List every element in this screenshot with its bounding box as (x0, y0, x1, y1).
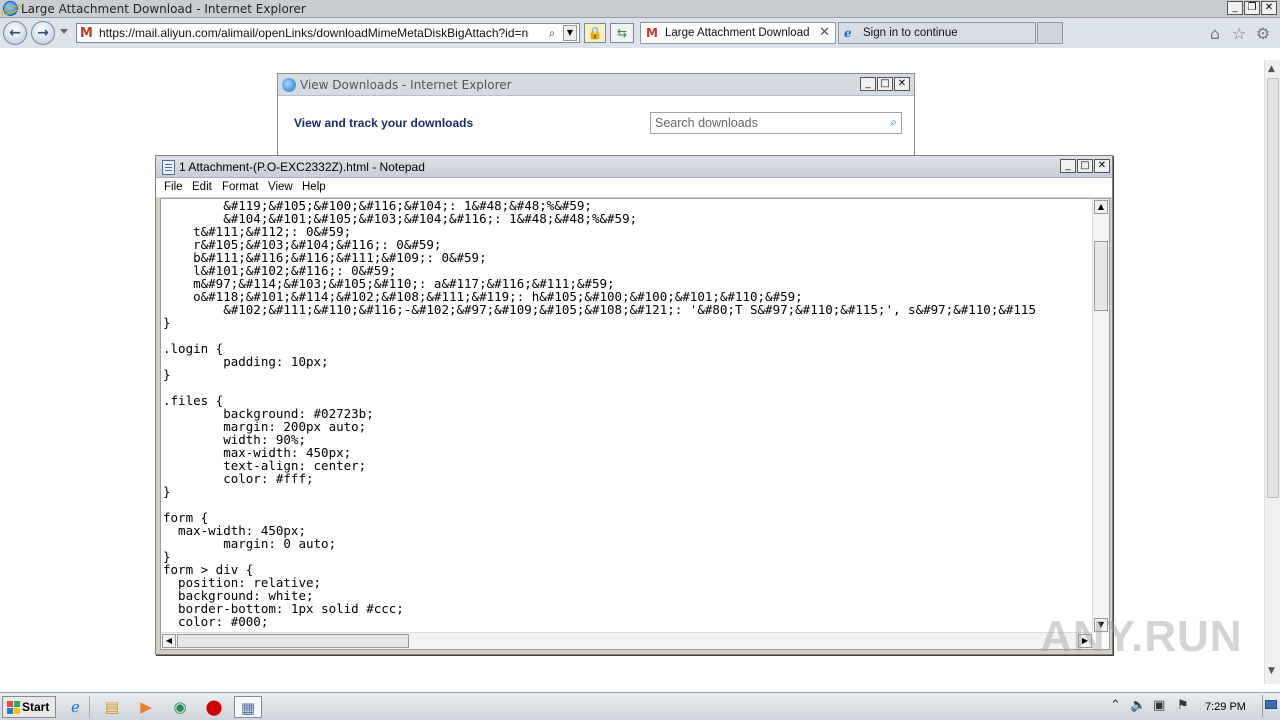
forward-arrow-icon[interactable]: → (31, 21, 55, 45)
internet-explorer-icon (3, 1, 18, 16)
notepad-line: } (163, 549, 171, 564)
menu-format[interactable]: Format (222, 181, 258, 193)
browser-window-title: Large Attachment Download - Internet Exp… (21, 2, 306, 16)
internet-explorer-taskbar-icon[interactable]: ℯ (62, 696, 90, 718)
notepad-window-controls: _ □ ✕ (1060, 159, 1110, 173)
notepad-minimize-button[interactable]: _ (1060, 159, 1076, 173)
volume-icon[interactable]: 🔈 (1130, 698, 1146, 713)
history-dropdown-icon[interactable] (60, 29, 68, 34)
notepad-hscroll-thumb[interactable] (177, 634, 409, 648)
browser-close-button[interactable]: ✕ (1261, 1, 1277, 15)
tab-label: Large Attachment Download (665, 27, 810, 39)
notepad-title-bar: 1 Attachment-(P.O-EXC2332Z).html - Notep… (156, 156, 1112, 178)
view-downloads-window: View Downloads - Internet Explorer _ □ ✕… (277, 73, 915, 163)
notepad-line (163, 329, 1089, 342)
notepad-line: color: #fff; (163, 471, 314, 486)
search-downloads-placeholder: Search downloads (655, 116, 758, 130)
browser-title-bar: Large Attachment Download - Internet Exp… (0, 0, 1280, 18)
refresh-icon[interactable]: ⇆ (610, 23, 634, 43)
downloads-title-bar: View Downloads - Internet Explorer _ □ ✕ (278, 74, 914, 96)
back-arrow-icon[interactable]: ← (3, 21, 27, 45)
ie-page-icon: ℯ (844, 26, 852, 40)
notepad-line: color: #000; (163, 614, 269, 629)
notepad-line: &#102;&#111;&#110;&#116;-&#102;&#97;&#10… (163, 302, 1036, 317)
show-desktop-icon (1265, 700, 1277, 709)
search-icon[interactable]: ⌕ (890, 115, 897, 130)
menu-help[interactable]: Help (302, 181, 326, 193)
notepad-line: padding: 10px; (163, 354, 329, 369)
start-button[interactable]: Start (2, 696, 56, 718)
scroll-up-icon[interactable]: ▲ (1268, 64, 1275, 74)
tab-label: Sign in to continue (863, 27, 958, 39)
home-icon[interactable]: ⌂ (1206, 25, 1224, 43)
notepad-text-content[interactable]: &#119;&#105;&#100;&#116;&#104;: 1&#48;&#… (163, 199, 1089, 631)
taskbar: Start ℯ ▤ ▶ ◉ ⬤ ▦ ⌃ 🔈 ▣ ⚑ 7:29 PM (0, 692, 1280, 720)
browser-minimize-button[interactable]: _ (1227, 1, 1243, 15)
action-center-flag-icon[interactable]: ⚑ (1177, 698, 1189, 713)
notepad-horizontal-scrollbar[interactable]: ◀ ▶ (161, 632, 1093, 649)
notepad-maximize-button[interactable]: □ (1077, 159, 1093, 173)
tab-sign-in-to-continue[interactable]: ℯ Sign in to continue (838, 22, 1036, 44)
notepad-line: } (163, 367, 171, 382)
downloads-heading: View and track your downloads (294, 116, 474, 130)
downloads-minimize-button[interactable]: _ (860, 77, 876, 91)
downloads-close-button[interactable]: ✕ (894, 77, 910, 91)
notepad-menu-bar: File Edit Format View Help (156, 178, 1112, 198)
notepad-close-button[interactable]: ✕ (1094, 159, 1110, 173)
gmail-favicon-icon: M (80, 26, 93, 41)
scroll-down-icon[interactable]: ▼ (1268, 666, 1275, 676)
show-desktop-button[interactable] (1262, 695, 1278, 717)
scroll-up-icon[interactable]: ▲ (1094, 200, 1108, 214)
page-vertical-scrollbar[interactable]: ▲ ▼ (1264, 60, 1280, 684)
tab-close-icon[interactable]: ✕ (819, 25, 830, 40)
network-icon[interactable]: ▣ (1153, 698, 1165, 713)
browser-restore-button[interactable]: ❐ (1244, 1, 1260, 15)
address-dropdown-icon[interactable]: ▼ (563, 25, 577, 41)
notepad-line: border-bottom: 1px solid #ccc; (163, 601, 404, 616)
notepad-icon (162, 160, 175, 175)
notepad-line: } (163, 484, 171, 499)
folder-taskbar-icon[interactable]: ▤ (98, 696, 126, 718)
notepad-text-area[interactable]: &#119;&#105;&#100;&#116;&#104;: 1&#48;&#… (160, 198, 1110, 650)
notepad-window: 1 Attachment-(P.O-EXC2332Z).html - Notep… (155, 155, 1113, 655)
menu-edit[interactable]: Edit (192, 181, 212, 193)
downloads-window-title: View Downloads - Internet Explorer (300, 78, 512, 92)
notepad-vscroll-thumb[interactable] (1094, 241, 1108, 311)
chrome-taskbar-icon[interactable]: ◉ (166, 696, 194, 718)
notepad-vertical-scrollbar[interactable]: ▲ ▼ (1092, 199, 1109, 633)
tray-expand-icon[interactable]: ⌃ (1110, 698, 1121, 713)
downloads-window-controls: _ □ ✕ (860, 77, 910, 91)
windows-logo-icon (7, 701, 20, 714)
gmail-favicon-icon: M (646, 26, 658, 40)
notepad-line: margin: 0 auto; (163, 536, 337, 551)
favorites-star-icon[interactable]: ☆ (1230, 25, 1248, 43)
start-label: Start (22, 700, 50, 714)
taskbar-clock[interactable]: 7:29 PM (1205, 701, 1246, 713)
search-downloads-input[interactable]: Search downloads ⌕ (650, 112, 902, 134)
scroll-left-icon[interactable]: ◀ (162, 634, 176, 648)
address-bar[interactable]: M https://mail.aliyun.com/alimail/openLi… (76, 23, 580, 43)
address-url[interactable]: https://mail.aliyun.com/alimail/openLink… (99, 26, 529, 40)
new-tab-button[interactable] (1037, 22, 1063, 44)
anyrun-watermark: ANY.RUN (1040, 612, 1243, 661)
lock-icon[interactable]: 🔒 (584, 23, 606, 43)
opera-taskbar-icon[interactable]: ⬤ (200, 696, 228, 718)
internet-explorer-icon (282, 78, 296, 92)
notepad-window-title: 1 Attachment-(P.O-EXC2332Z).html - Notep… (179, 160, 425, 174)
search-icon[interactable]: ⌕ (545, 26, 559, 40)
notepad-taskbar-icon[interactable]: ▦ (234, 696, 262, 718)
menu-file[interactable]: File (164, 181, 183, 193)
browser-nav-bar: ← → M https://mail.aliyun.com/alimail/op… (0, 18, 1280, 48)
notepad-line (163, 381, 1089, 394)
browser-window-controls: _ ❐ ✕ (1227, 1, 1277, 15)
notepad-line (163, 498, 1089, 511)
tab-large-attachment-download[interactable]: M Large Attachment Download ✕ (640, 22, 836, 44)
downloads-maximize-button[interactable]: □ (877, 77, 893, 91)
menu-view[interactable]: View (268, 181, 293, 193)
tools-gear-icon[interactable]: ⚙ (1254, 25, 1272, 43)
page-scroll-thumb[interactable] (1267, 78, 1279, 498)
notepad-line: } (163, 315, 171, 330)
media-player-taskbar-icon[interactable]: ▶ (132, 696, 160, 718)
